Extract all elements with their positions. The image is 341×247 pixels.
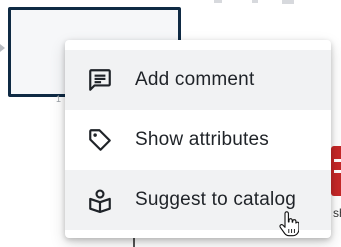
comment-icon (87, 67, 113, 93)
status-badge (331, 146, 341, 196)
node-number: 1 (56, 94, 62, 104)
bottom-fragment (133, 238, 135, 247)
catalog-suggest-icon (87, 187, 113, 213)
canvas: 1 sh Add comment Show attr (0, 0, 341, 247)
connector-arrow (0, 44, 5, 52)
toolbar-fragment (282, 0, 294, 4)
side-text: sh (333, 206, 341, 220)
menu-item-add-comment[interactable]: Add comment (65, 50, 331, 110)
menu-item-show-attributes[interactable]: Show attributes (65, 110, 331, 170)
toolbar-fragment (252, 0, 258, 3)
tag-icon (87, 127, 113, 153)
toolbar-fragment (214, 0, 222, 3)
menu-item-label: Add comment (135, 69, 255, 90)
menu-item-label: Suggest to catalog (135, 189, 296, 210)
context-menu: Add comment Show attributes Suggest to c… (65, 40, 331, 238)
hand-cursor-icon (279, 211, 299, 237)
menu-item-label: Show attributes (135, 129, 269, 150)
